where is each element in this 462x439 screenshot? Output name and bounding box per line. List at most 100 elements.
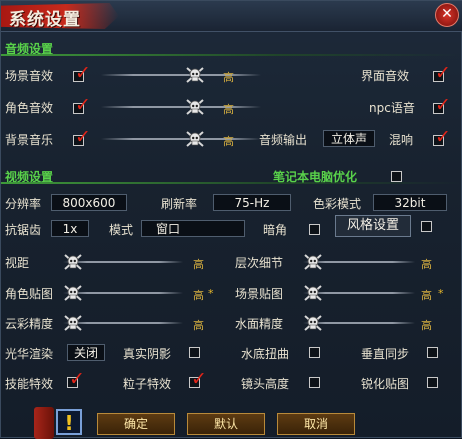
default-button[interactable]: 默认: [187, 413, 265, 435]
npc-voice-label: npc语音: [369, 101, 415, 115]
char-texture-level: 高: [193, 289, 204, 302]
check-icon: ✓: [191, 368, 207, 390]
section-divider: [1, 182, 462, 184]
laptop-optimize-checkbox[interactable]: [391, 171, 402, 182]
check-icon: ✓: [75, 126, 91, 148]
check-icon: ✓: [435, 62, 451, 84]
color-mode-select[interactable]: 32bit: [373, 194, 447, 211]
char-texture-slider[interactable]: [63, 286, 183, 300]
skill-fx-checkbox[interactable]: ✓: [67, 369, 85, 389]
lod-slider[interactable]: [303, 255, 415, 269]
resolution-select[interactable]: 800x600: [51, 194, 127, 211]
underwater-distort-label: 水底扭曲: [241, 347, 290, 361]
check-icon: ✓: [75, 62, 91, 84]
check-icon: ✓: [69, 368, 85, 390]
sharpen-texture-label: 锐化贴图: [361, 377, 410, 391]
ui-sound-label: 界面音效: [361, 69, 410, 83]
section-divider: [1, 54, 462, 56]
scene-sound-slider[interactable]: [101, 68, 261, 82]
scene-texture-star: *: [438, 287, 444, 300]
npc-voice-checkbox[interactable]: ✓: [433, 95, 451, 115]
close-button[interactable]: ✕: [435, 3, 459, 27]
lod-label: 层次细节: [235, 256, 284, 270]
laptop-optimize-label: 笔记本电脑优化: [273, 170, 358, 184]
vsync-label: 垂直同步: [361, 347, 410, 361]
cloud-precision-label: 云彩精度: [5, 317, 54, 331]
skill-fx-label: 技能特效: [5, 377, 54, 391]
glow-render-label: 光华渲染: [5, 347, 54, 361]
audio-output-label: 音频输出: [259, 133, 308, 147]
skull-crossbones-icon[interactable]: [185, 97, 205, 117]
check-icon: ✓: [435, 126, 451, 148]
cloud-precision-slider[interactable]: [63, 316, 183, 330]
bg-music-label: 背景音乐: [5, 133, 54, 147]
refresh-rate-select[interactable]: 75-Hz: [213, 194, 291, 211]
bg-music-checkbox[interactable]: ✓: [73, 127, 91, 147]
scene-texture-level: 高: [421, 289, 432, 302]
real-shadow-checkbox[interactable]: [189, 347, 200, 358]
cam-height-label: 镜头高度: [241, 377, 290, 391]
char-sound-label: 角色音效: [5, 101, 54, 115]
title-bar[interactable]: 系统设置 ✕: [1, 1, 462, 32]
scene-sound-level: 高: [223, 71, 234, 84]
skull-crossbones-icon[interactable]: [303, 283, 323, 303]
reverb-checkbox[interactable]: ✓: [433, 127, 451, 147]
scroll-ornament-icon: [34, 407, 54, 439]
particle-fx-label: 粒子特效: [123, 377, 172, 391]
cloud-precision-level: 高: [193, 319, 204, 332]
antialias-label: 抗锯齿: [5, 223, 42, 237]
display-mode-select[interactable]: 窗口: [141, 220, 245, 237]
view-distance-slider[interactable]: [63, 255, 183, 269]
display-mode-label: 模式: [109, 223, 134, 237]
dark-corner-checkbox[interactable]: [309, 224, 320, 235]
refresh-rate-label: 刷新率: [161, 197, 198, 211]
particle-fx-checkbox[interactable]: ✓: [189, 369, 207, 389]
skull-crossbones-icon[interactable]: [185, 65, 205, 85]
skull-crossbones-icon[interactable]: [63, 313, 83, 333]
ui-sound-checkbox[interactable]: ✓: [433, 63, 451, 83]
view-distance-level: 高: [193, 258, 204, 271]
skull-crossbones-icon[interactable]: [303, 313, 323, 333]
view-distance-label: 视距: [5, 256, 30, 270]
style-settings-checkbox[interactable]: [421, 221, 432, 232]
water-precision-slider[interactable]: [303, 316, 415, 330]
reverb-label: 混响: [389, 133, 414, 147]
cancel-button[interactable]: 取消: [277, 413, 355, 435]
warning-icon[interactable]: !: [56, 409, 82, 435]
char-texture-label: 角色贴图: [5, 287, 54, 301]
window-title: 系统设置: [9, 10, 81, 30]
char-sound-level: 高: [223, 103, 234, 116]
check-icon: ✓: [435, 94, 451, 116]
sharpen-texture-checkbox[interactable]: [427, 377, 438, 388]
resolution-label: 分辨率: [5, 197, 42, 211]
water-precision-level: 高: [421, 319, 432, 332]
skull-crossbones-icon[interactable]: [63, 283, 83, 303]
bg-music-level: 高: [223, 135, 234, 148]
color-mode-label: 色彩模式: [313, 197, 362, 211]
slider-track: [101, 138, 261, 140]
skull-crossbones-icon[interactable]: [303, 252, 323, 272]
confirm-button[interactable]: 确定: [97, 413, 175, 435]
antialias-select[interactable]: 1x: [51, 220, 89, 237]
style-settings-button[interactable]: 风格设置: [335, 215, 411, 237]
audio-section-header: 音频设置: [1, 39, 462, 57]
skull-crossbones-icon[interactable]: [185, 129, 205, 149]
slider-track: [101, 106, 261, 108]
char-sound-checkbox[interactable]: ✓: [73, 95, 91, 115]
glow-render-select[interactable]: 关闭: [67, 344, 105, 361]
vsync-checkbox[interactable]: [427, 347, 438, 358]
skull-crossbones-icon[interactable]: [63, 252, 83, 272]
water-precision-label: 水面精度: [235, 317, 284, 331]
real-shadow-label: 真实阴影: [123, 347, 172, 361]
bg-music-slider[interactable]: [101, 132, 261, 146]
audio-output-select[interactable]: 立体声: [323, 130, 375, 147]
lod-level: 高: [421, 258, 432, 271]
char-sound-slider[interactable]: [101, 100, 261, 114]
scene-sound-checkbox[interactable]: ✓: [73, 63, 91, 83]
cam-height-checkbox[interactable]: [309, 377, 320, 388]
char-texture-star: *: [208, 287, 214, 300]
scene-texture-slider[interactable]: [303, 286, 415, 300]
scene-sound-label: 场景音效: [5, 69, 54, 83]
check-icon: ✓: [75, 94, 91, 116]
underwater-distort-checkbox[interactable]: [309, 347, 320, 358]
